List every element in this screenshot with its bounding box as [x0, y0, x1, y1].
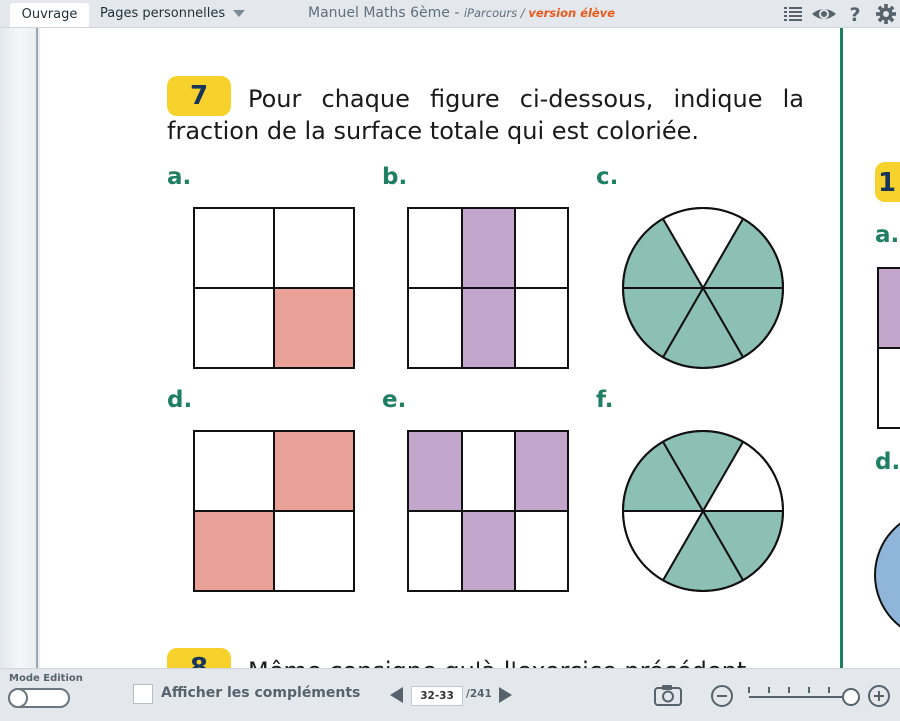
figure-e — [407, 430, 569, 592]
toggle-knob — [8, 688, 28, 708]
camera-icon[interactable] — [653, 683, 683, 707]
mode-edition-label: Mode Edition — [9, 673, 83, 684]
figure-c — [621, 206, 785, 370]
zoom-slider[interactable] — [745, 680, 863, 710]
complements-checkbox[interactable] — [133, 684, 153, 704]
complements-label[interactable]: Afficher les compléments — [161, 685, 360, 701]
next-figure-label-d: d. — [875, 449, 900, 475]
next-exercise-badge-number: 1 — [878, 168, 897, 198]
figure-a — [193, 207, 355, 369]
zoom-in-icon[interactable] — [866, 683, 892, 709]
next-figure-label-a: a. — [875, 222, 900, 248]
figure-d — [193, 430, 355, 592]
exercise-figures — [193, 162, 900, 628]
figure-b — [407, 207, 569, 369]
mode-edition-toggle[interactable] — [8, 688, 70, 708]
next-page-icon[interactable] — [496, 686, 514, 704]
figure-f — [621, 429, 785, 593]
prev-page-icon[interactable] — [388, 686, 406, 704]
page-total: /241 — [466, 688, 492, 700]
zoom-out-icon[interactable] — [709, 683, 735, 709]
page-number-input[interactable]: 32-33 — [411, 686, 463, 706]
zoom-slider-handle — [842, 688, 860, 706]
